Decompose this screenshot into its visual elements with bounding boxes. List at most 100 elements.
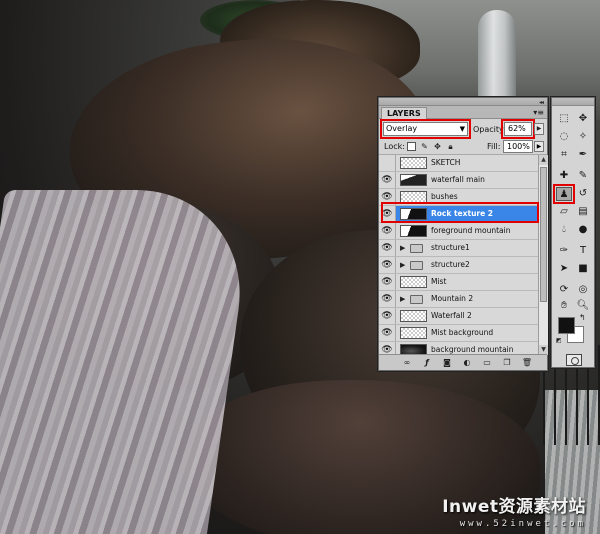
layer-row[interactable]: 👁︎ Waterfall 2 [379, 308, 538, 325]
collapse-icon[interactable]: ◂◂ [539, 99, 544, 106]
mask-icon[interactable]: ◙ [441, 357, 453, 368]
fill-field[interactable]: 100% [503, 140, 533, 153]
layer-thumbnail [400, 208, 427, 220]
visibility-eye-icon[interactable]: 👁︎ [379, 274, 396, 290]
layer-thumbnail [400, 310, 427, 322]
layers-bottom-bar: ∞ ƒ ◙ ◐ ▭ ❐ 🗑︎ [379, 354, 547, 370]
chevron-down-icon: ▼ [459, 125, 465, 133]
shape-tool-icon[interactable]: ■ [575, 262, 591, 276]
layer-row[interactable]: 👁︎ bushes [379, 189, 538, 206]
group-icon[interactable]: ▭ [481, 357, 493, 368]
tools-title-bar[interactable] [552, 98, 594, 106]
visibility-eye-icon[interactable]: 👁︎ [379, 172, 396, 188]
adjustment-icon[interactable]: ◐ [461, 357, 473, 368]
group-row[interactable]: 👁︎ ▶ structure2 [379, 257, 538, 274]
swap-colors-icon[interactable]: ↰ [579, 313, 586, 322]
blur-tool-icon[interactable]: 💧︎ [556, 223, 572, 237]
fx-icon[interactable]: ƒ [421, 357, 433, 368]
eraser-tool-icon[interactable]: ▱ [556, 205, 572, 219]
visibility-eye-icon[interactable]: 👁︎ [379, 325, 396, 341]
expand-triangle-icon[interactable]: ▶ [400, 257, 405, 273]
layers-list: ● SKETCH 👁︎ waterfall main 👁︎ bushes 👁︎ … [379, 155, 538, 355]
type-tool-icon[interactable]: T [575, 244, 591, 258]
visibility-eye-icon[interactable]: 👁︎ [379, 206, 396, 222]
visibility-eye-icon[interactable]: 👁︎ [379, 189, 396, 205]
layer-thumbnail [400, 174, 427, 186]
trash-icon[interactable]: 🗑︎ [521, 357, 533, 368]
opacity-label: Opacity: [473, 125, 506, 134]
gradient-tool-icon[interactable]: ▤ [575, 205, 591, 219]
visibility-eye-icon[interactable]: 👁︎ [379, 257, 396, 273]
visibility-eye-icon[interactable]: 👁︎ [379, 308, 396, 324]
blend-opacity-row: Overlay ▼ Opacity: 62% ▶ [379, 119, 547, 139]
marquee-tool-icon[interactable]: ⬚ [556, 112, 572, 126]
opacity-slider-button[interactable]: ▶ [534, 123, 544, 135]
layer-thumbnail [400, 225, 427, 237]
lock-fill-row: Lock: ✎ ✥ 🔒︎ Fill: 100% ▶ [379, 139, 547, 155]
lasso-tool-icon[interactable]: ◌ [556, 130, 572, 144]
new-layer-icon[interactable]: ❐ [501, 357, 513, 368]
eyedropper-tool-icon[interactable]: ✒ [575, 148, 591, 162]
lock-label: Lock: [384, 142, 405, 151]
layer-row[interactable]: 👁︎ foreground mountain [379, 223, 538, 240]
path-selection-tool-icon[interactable]: ➤ [556, 262, 572, 276]
clone-stamp-tool-icon[interactable]: ♟ [553, 184, 575, 204]
lock-pixels-icon[interactable]: ✎ [420, 142, 429, 151]
3d-rotate-tool-icon[interactable]: ⟳ [556, 283, 572, 297]
hand-tool-icon[interactable]: ✋︎ [556, 299, 572, 313]
lock-position-icon[interactable]: ✥ [433, 142, 442, 151]
lock-transparency-icon[interactable] [407, 142, 416, 151]
layer-name: bushes [431, 192, 458, 201]
quick-mask-icon[interactable] [566, 354, 582, 366]
layer-row[interactable]: ● SKETCH [379, 155, 538, 172]
layer-thumbnail [400, 191, 427, 203]
expand-triangle-icon[interactable]: ▶ [400, 240, 405, 256]
brush-tool-icon[interactable]: ✎ [575, 169, 591, 183]
visibility-eye-icon[interactable]: 👁︎ [379, 240, 396, 256]
foreground-color-swatch[interactable] [558, 317, 575, 334]
tab-layers[interactable]: LAYERS [381, 107, 427, 119]
opacity-field[interactable]: 62% [501, 119, 535, 139]
panel-title-bar[interactable]: ◂◂ [379, 98, 547, 106]
layer-thumbnail [400, 157, 427, 169]
visibility-eye-icon[interactable]: 👁︎ [379, 291, 396, 307]
layers-scrollbar[interactable]: ▲ ▼ [538, 155, 548, 355]
scroll-up-icon[interactable]: ▲ [539, 155, 548, 165]
blend-mode-value: Overlay [386, 124, 418, 133]
expand-triangle-icon[interactable]: ▶ [400, 291, 405, 307]
folder-icon [410, 261, 423, 270]
folder-icon [410, 295, 423, 304]
healing-brush-tool-icon[interactable]: ✚ [556, 169, 572, 183]
visibility-eye-icon[interactable]: 👁︎ [379, 223, 396, 239]
link-icon[interactable]: ∞ [401, 357, 413, 368]
layer-row[interactable]: 👁︎ Mist [379, 274, 538, 291]
history-brush-tool-icon[interactable]: ↺ [575, 187, 591, 201]
distant-waterfall [478, 10, 516, 100]
layers-panel: ◂◂ LAYERS ▾≡ Overlay ▼ Opacity: 62% ▶ Lo… [378, 97, 548, 371]
move-tool-icon[interactable]: ✥ [575, 112, 591, 126]
lock-all-icon[interactable]: 🔒︎ [446, 142, 455, 151]
magic-wand-tool-icon[interactable]: ✧ [575, 130, 591, 144]
layer-name: foreground mountain [431, 226, 511, 235]
3d-orbit-tool-icon[interactable]: ◎ [575, 283, 591, 297]
scrollbar-thumb[interactable] [540, 167, 547, 302]
blend-mode-select[interactable]: Overlay ▼ [380, 119, 471, 139]
watermark-logo: Inwet资源素材站 [442, 497, 586, 517]
default-colors-icon[interactable]: ◩ [556, 337, 562, 344]
zoom-tool-icon[interactable]: 🔍︎ [575, 299, 591, 313]
layer-name: Mist background [431, 328, 494, 337]
layer-row[interactable]: 👁︎ Mist background [379, 325, 538, 342]
fill-slider-button[interactable]: ▶ [534, 141, 544, 152]
layer-thumbnail [400, 327, 427, 339]
group-row[interactable]: 👁︎ ▶ structure1 [379, 240, 538, 257]
group-row[interactable]: 👁︎ ▶ Mountain 2 [379, 291, 538, 308]
layer-row-selected[interactable]: 👁︎ Rock texture 2 [379, 206, 538, 223]
panel-menu-icon[interactable]: ▾≡ [533, 108, 544, 117]
visibility-eye-icon[interactable]: ● [379, 155, 396, 171]
layer-thumbnail [400, 276, 427, 288]
dodge-tool-icon[interactable]: ● [575, 223, 591, 237]
pen-tool-icon[interactable]: ✑ [556, 244, 572, 258]
layer-row[interactable]: 👁︎ waterfall main [379, 172, 538, 189]
crop-tool-icon[interactable]: ⌗ [556, 148, 572, 162]
layer-name: waterfall main [431, 175, 485, 184]
